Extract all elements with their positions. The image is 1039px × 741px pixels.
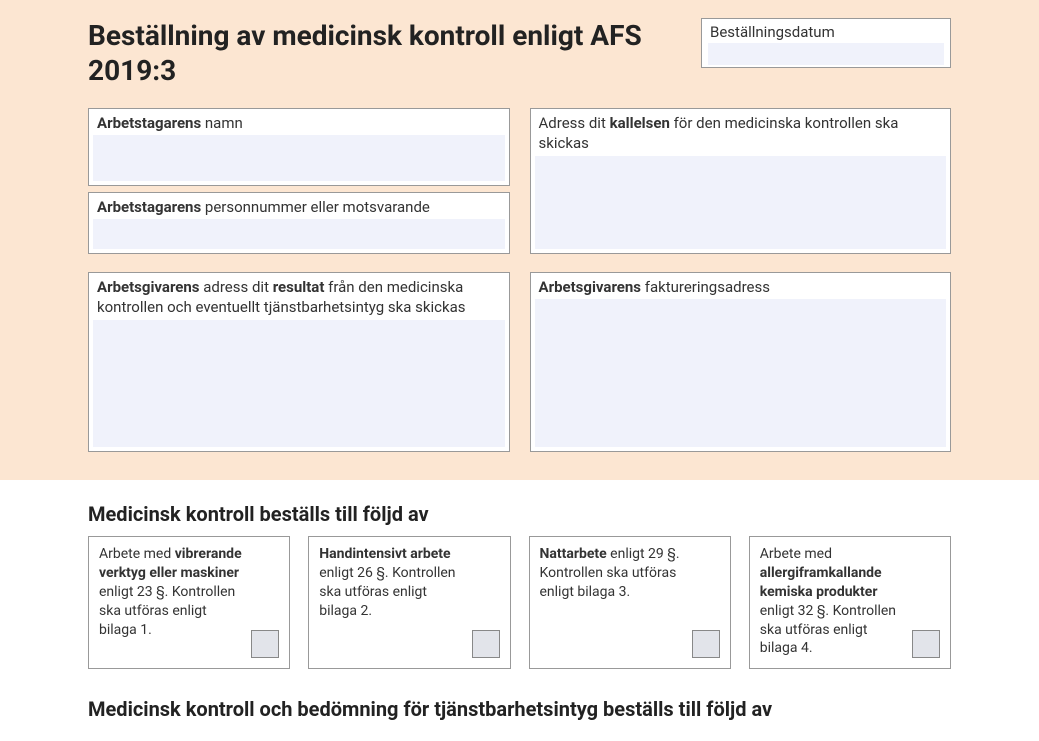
employee-pnr-label: Arbetstagarens personnummer eller motsva… xyxy=(89,193,509,219)
card-vibrating-tools: Arbete med vibrerande verktyg eller mask… xyxy=(88,536,290,669)
employee-pnr-box: Arbetstagarens personnummer eller motsva… xyxy=(88,192,510,254)
page-title: Beställning av medicinsk kontroll enligt… xyxy=(88,18,668,88)
order-date-input[interactable] xyxy=(708,43,944,65)
employee-name-label: Arbetstagarens namn xyxy=(89,109,509,135)
employee-pnr-input[interactable] xyxy=(93,219,505,249)
card-text: Handintensivt arbete enligt 26 §. Kontro… xyxy=(319,545,499,621)
checkbox-hand-intensive[interactable] xyxy=(472,630,500,658)
employer-result-address-label: Arbetsgivarens adress dit resultat från … xyxy=(89,273,509,320)
section1-heading: Medicinsk kontroll beställs till följd a… xyxy=(88,502,951,526)
employer-billing-address-box: Arbetsgivarens faktureringsadress xyxy=(530,272,952,452)
card-hand-intensive: Handintensivt arbete enligt 26 §. Kontro… xyxy=(308,536,510,669)
employee-name-input[interactable] xyxy=(93,135,505,181)
card-allergenic-chemicals: Arbete med allergiframkallande kemiska p… xyxy=(749,536,951,669)
card-text: Nattarbete enligt 29 §. Kontrollen ska u… xyxy=(540,545,720,602)
checkbox-vibrating-tools[interactable] xyxy=(251,630,279,658)
summons-address-box: Adress dit kallelsen för den medicinska … xyxy=(530,108,952,254)
order-date-label: Beställningsdatum xyxy=(702,19,950,41)
employee-name-box: Arbetstagarens namn xyxy=(88,108,510,186)
summons-address-label: Adress dit kallelsen för den medicinska … xyxy=(531,109,951,156)
employer-result-address-box: Arbetsgivarens adress dit resultat från … xyxy=(88,272,510,452)
checkbox-allergenic-chemicals[interactable] xyxy=(912,630,940,658)
checkbox-night-work[interactable] xyxy=(692,630,720,658)
section1-cards: Arbete med vibrerande verktyg eller mask… xyxy=(88,536,951,669)
section2-heading: Medicinsk kontroll och bedömning för tjä… xyxy=(88,697,951,721)
card-text: Arbete med vibrerande verktyg eller mask… xyxy=(99,545,279,639)
employer-result-address-input[interactable] xyxy=(93,320,505,448)
order-date-box: Beställningsdatum xyxy=(701,18,951,68)
summons-address-input[interactable] xyxy=(535,156,947,250)
card-night-work: Nattarbete enligt 29 §. Kontrollen ska u… xyxy=(529,536,731,669)
employer-billing-address-label: Arbetsgivarens faktureringsadress xyxy=(531,273,951,299)
employer-billing-address-input[interactable] xyxy=(535,299,947,447)
